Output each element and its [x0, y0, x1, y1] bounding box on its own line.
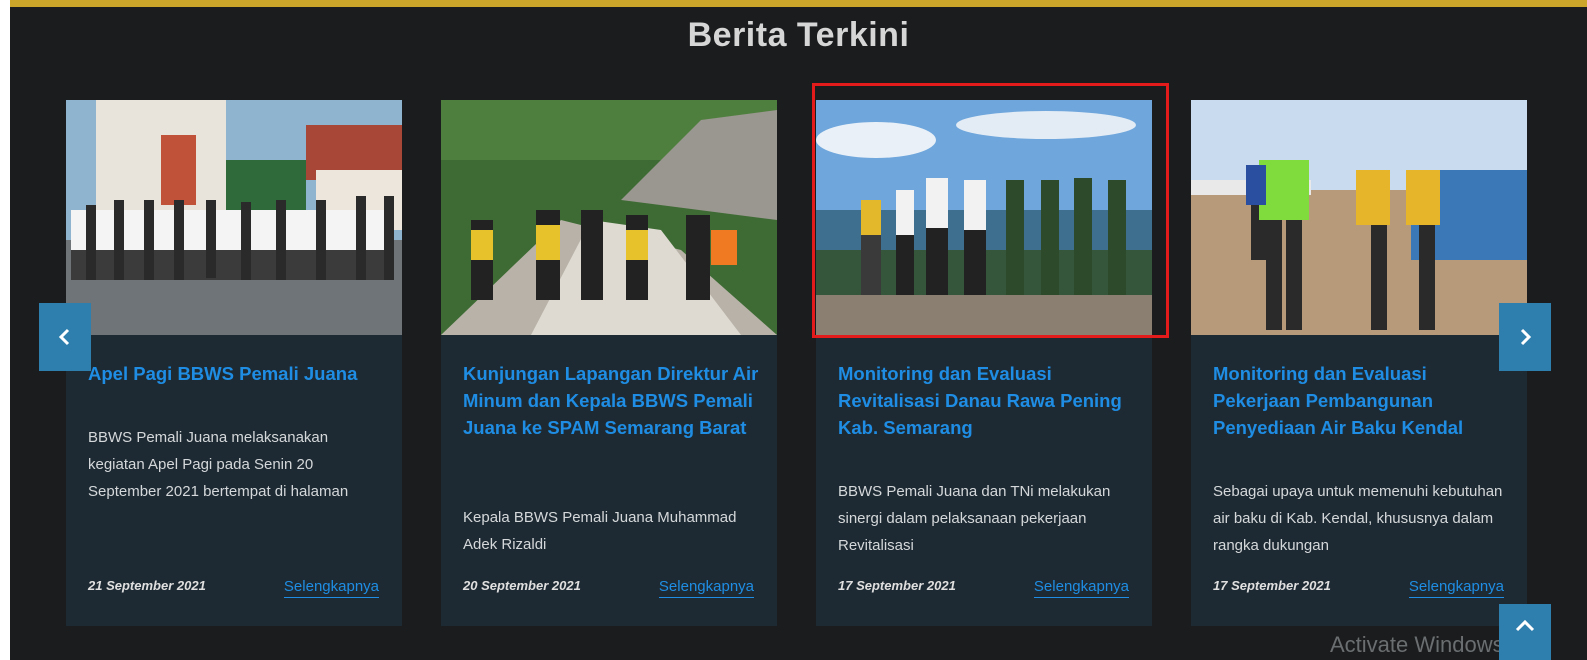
news-image-1[interactable]	[66, 100, 402, 335]
news-title-3[interactable]: Monitoring dan Evaluasi Revitalisasi Dan…	[838, 360, 1134, 441]
news-title-1[interactable]: Apel Pagi BBWS Pemali Juana	[88, 360, 384, 387]
activate-windows-watermark: Activate Windows	[1330, 632, 1504, 657]
carousel-prev-button[interactable]	[39, 303, 91, 371]
read-more-link-4[interactable]: Selengkapnya	[1408, 578, 1504, 598]
news-title-2[interactable]: Kunjungan Lapangan Direktur Air Minum da…	[463, 360, 759, 441]
news-excerpt-4: Sebagai upaya untuk memenuhi kebutuhan a…	[1213, 483, 1503, 554]
news-image-4[interactable]	[1191, 100, 1527, 335]
news-date-2: 20 September 2021	[463, 578, 581, 593]
selection-highlight	[812, 83, 1169, 338]
top-border	[10, 0, 1587, 7]
news-date-3: 17 September 2021	[838, 578, 956, 593]
chevron-up-icon	[1515, 619, 1535, 632]
read-more-link-3[interactable]: Selengkapnya	[1033, 578, 1129, 598]
news-date-1: 21 September 2021	[88, 578, 206, 593]
news-date-4: 17 September 2021	[1213, 578, 1331, 593]
chevron-left-icon	[58, 328, 70, 346]
section-heading: Berita Terkini	[687, 16, 910, 54]
carousel-next-button[interactable]	[1499, 303, 1551, 371]
news-card-4[interactable]: Monitoring dan Evaluasi Pekerjaan Pemban…	[1191, 100, 1527, 626]
read-more-link-1[interactable]: Selengkapnya	[283, 578, 379, 598]
news-excerpt-3: BBWS Pemali Juana dan TNi melakukan sine…	[838, 483, 1111, 554]
news-section: Berita Terkini Apel Pagi BBWS Pemali Jua…	[10, 0, 1587, 660]
chevron-right-icon	[1520, 328, 1532, 346]
news-card-2[interactable]: Kunjungan Lapangan Direktur Air Minum da…	[441, 100, 777, 626]
read-more-link-2[interactable]: Selengkapnya	[658, 578, 754, 598]
news-excerpt-2: Kepala BBWS Pemali Juana Muhammad Adek R…	[463, 509, 737, 553]
news-card-1[interactable]: Apel Pagi BBWS Pemali Juana BBWS Pemali …	[66, 100, 402, 626]
scroll-to-top-button[interactable]	[1499, 604, 1551, 660]
news-image-2[interactable]	[441, 100, 777, 335]
news-title-4[interactable]: Monitoring dan Evaluasi Pekerjaan Pemban…	[1213, 360, 1509, 441]
news-excerpt-1: BBWS Pemali Juana melaksanakan kegiatan …	[88, 429, 349, 500]
